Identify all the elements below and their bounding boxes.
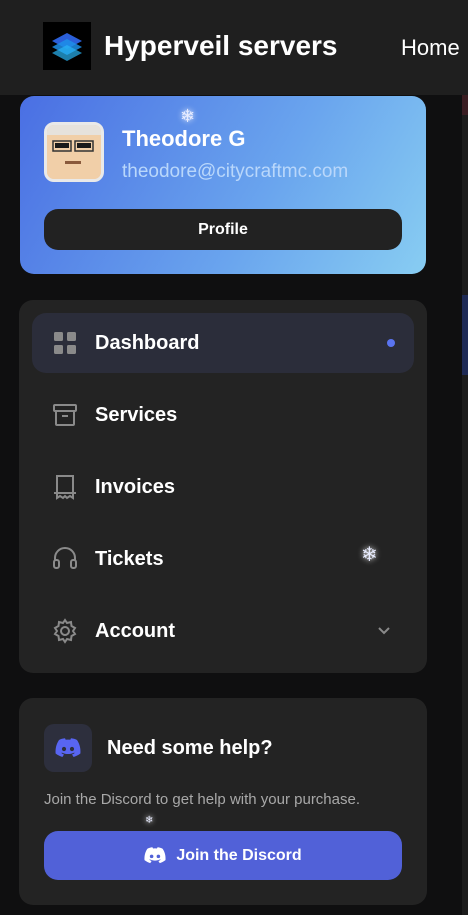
snowflake-icon: ❄ — [361, 544, 378, 566]
avatar[interactable] — [44, 122, 104, 182]
help-title: Need some help? — [107, 737, 273, 759]
sidebar-item-tickets[interactable]: Tickets — [32, 529, 414, 589]
profile-button[interactable]: Profile — [44, 209, 402, 250]
logo-icon — [52, 33, 82, 61]
snowflake-icon: ❄ — [145, 815, 154, 826]
logo[interactable] — [43, 22, 91, 70]
discord-icon — [144, 847, 166, 864]
top-bar: Hyperveil servers Home — [0, 0, 468, 95]
receipt-icon — [54, 475, 76, 500]
join-discord-label: Join the Discord — [176, 846, 302, 864]
help-text: Join the Discord to get help with your p… — [44, 791, 361, 808]
sidebar-item-label: Services — [95, 404, 178, 426]
sidebar-item-label: Tickets — [95, 548, 164, 570]
avatar-face-icon — [47, 125, 101, 179]
profile-card: Theodore G theodore@citycraftmc.com Prof… — [20, 96, 426, 274]
sidebar-item-dashboard[interactable]: Dashboard — [32, 313, 414, 373]
archive-icon — [53, 404, 77, 426]
profile-name: Theodore G — [122, 126, 246, 151]
grid-icon — [54, 332, 76, 354]
join-discord-button[interactable]: Join the Discord — [44, 831, 402, 880]
gear-icon — [53, 618, 77, 644]
nav-home-link[interactable]: Home — [401, 35, 460, 61]
sidebar-item-label: Dashboard — [95, 332, 200, 354]
profile-email: theodore@citycraftmc.com — [122, 161, 349, 182]
discord-icon — [55, 738, 81, 757]
sidebar-item-label: Invoices — [95, 476, 176, 498]
headset-icon — [53, 547, 77, 569]
sidebar-nav: Dashboard Services Invoices Tickets Acco… — [19, 300, 427, 673]
help-card: Need some help? Join the Discord to get … — [19, 698, 427, 905]
active-indicator — [387, 339, 395, 347]
chevron-down-icon[interactable] — [375, 621, 393, 639]
snowflake-icon: ❄ — [180, 106, 196, 126]
discord-badge — [44, 724, 92, 772]
content-edge — [462, 95, 468, 915]
sidebar-item-services[interactable]: Services — [32, 385, 414, 445]
sidebar-item-account[interactable]: Account — [32, 601, 414, 661]
brand-name[interactable]: Hyperveil servers — [104, 30, 338, 62]
sidebar-item-label: Account — [95, 620, 175, 642]
sidebar-item-invoices[interactable]: Invoices — [32, 457, 414, 517]
